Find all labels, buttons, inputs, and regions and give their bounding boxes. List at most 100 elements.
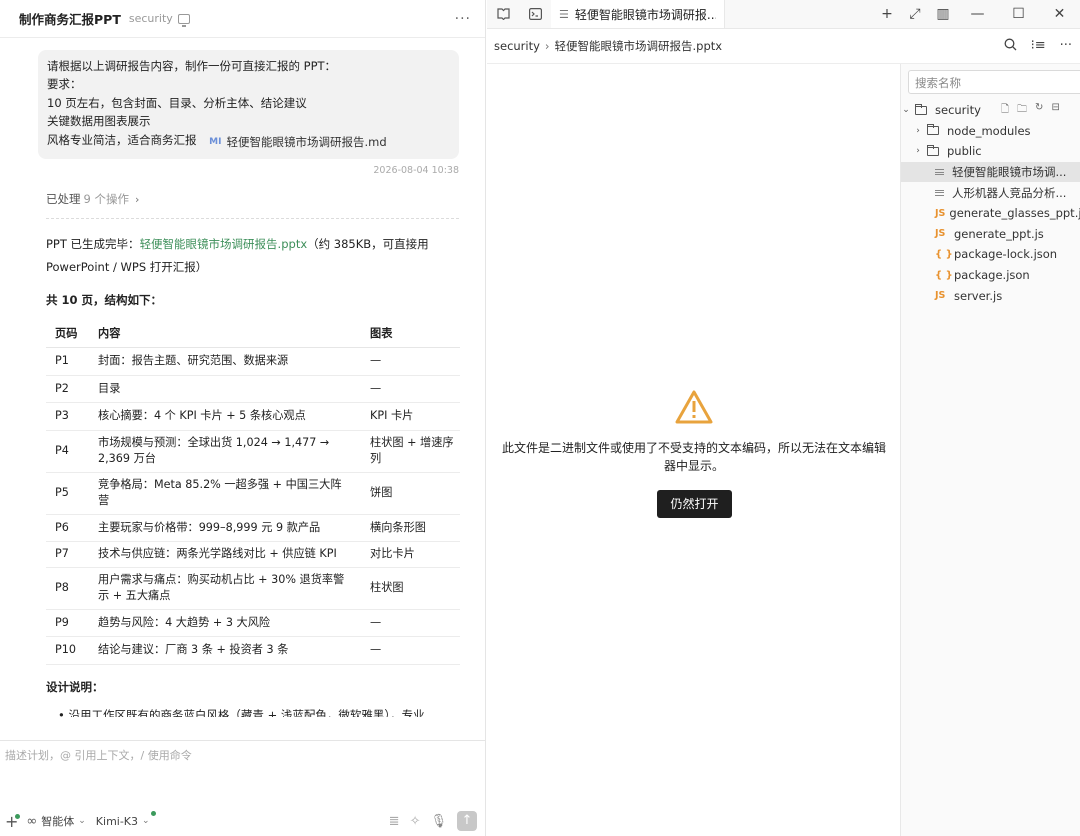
tree-item-label: public bbox=[947, 144, 982, 159]
tab-label: 轻便智能眼镜市场调研报... bbox=[574, 7, 716, 22]
add-context-button[interactable]: + bbox=[5, 812, 20, 831]
microphone-icon[interactable]: 🎙 bbox=[430, 814, 447, 829]
close-button[interactable]: ✕ bbox=[1039, 6, 1080, 22]
user-line: 关键数据用图表展示 bbox=[47, 114, 151, 129]
table-row: P3 核心摘要：4 个 KPI 卡片 + 5 条核心观点 KPI 卡片 bbox=[46, 402, 460, 431]
sidebar-toggle-icon[interactable]: ▥ bbox=[929, 6, 957, 22]
prompt-input[interactable]: 描述计划，@ 引用上下文，/ 使用命令 bbox=[5, 747, 192, 763]
tree-item-generate-glasses-ppt[interactable]: JS generate_glasses_ppt.js bbox=[901, 203, 1080, 224]
breadcrumb-item[interactable]: 轻便智能眼镜市场调研报告.pptx bbox=[555, 38, 723, 54]
file-explorer: 搜索名称 ⌄ security 🗋 🗀 ↻ ⊟ › node_modules › bbox=[900, 64, 1080, 836]
model-selector[interactable]: Kimi-K3 ⌄ bbox=[95, 810, 156, 828]
table-cell: 用户需求与痛点：购买动机占比 + 30% 退货率警示 + 五大痛点 bbox=[89, 567, 361, 610]
chevron-down-icon: ⌄ bbox=[902, 105, 910, 116]
collapse-icon[interactable]: ⊟ bbox=[1051, 102, 1059, 119]
chat-title: 制作商务汇报PPT bbox=[19, 12, 121, 27]
table-cell: 市场规模与预测：全球出货 1,024 → 1,477 → 2,369 万台 bbox=[89, 430, 361, 473]
table-cell: P10 bbox=[46, 636, 89, 665]
search-icon[interactable] bbox=[1004, 38, 1017, 55]
user-line-text: 风格专业简洁，适合商务汇报 bbox=[47, 132, 197, 147]
composer-toolbar: + ∞ 智能体 ⌄ Kimi-K3 ⌄ ≣ ✧ 🎙 ↑ bbox=[0, 806, 485, 836]
answer-suffix: （约 385KB，可直接用 bbox=[307, 237, 429, 252]
table-row: P10 结论与建议：厂商 3 条 + 投资者 3 条 — bbox=[46, 636, 460, 665]
tree-item-generate-ppt[interactable]: JS generate_ppt.js bbox=[901, 224, 1080, 245]
workspace-label: security bbox=[128, 12, 173, 25]
tree-item-label: 轻便智能眼镜市场调... bbox=[952, 165, 1067, 180]
open-anyway-button[interactable]: 仍然打开 bbox=[657, 490, 732, 518]
agent-mode-selector[interactable]: ∞ 智能体 ⌄ bbox=[26, 813, 85, 829]
table-cell: — bbox=[361, 609, 460, 638]
file-lines-icon bbox=[935, 168, 944, 176]
model-label: Kimi-K3 bbox=[95, 814, 139, 828]
minimize-button[interactable]: — bbox=[957, 6, 998, 22]
folder-icon bbox=[927, 144, 939, 156]
user-line: 10 页左右，包含封面、目录、分析主体、结论建议 bbox=[47, 95, 307, 110]
monitor-icon[interactable] bbox=[177, 13, 190, 27]
window-controls: + ⤢ ▥ — ☐ ✕ bbox=[873, 0, 1080, 28]
table-cell: 核心摘要：4 个 KPI 卡片 + 5 条核心观点 bbox=[89, 402, 361, 431]
table-row: P9 趋势与风险：4 大趋势 + 3 大风险 — bbox=[46, 609, 460, 638]
table-row: P5 竞争格局：Meta 85.2% 一超多强 + 中国三大阵营 饼图 bbox=[46, 472, 460, 515]
tree-item-package-lock[interactable]: { } package-lock.json bbox=[901, 244, 1080, 265]
tree-item-public[interactable]: › public bbox=[901, 141, 1080, 162]
new-file-icon[interactable]: 🗋 bbox=[1001, 102, 1009, 119]
book-icon[interactable] bbox=[487, 0, 519, 28]
chevron-right-icon: › bbox=[544, 39, 550, 53]
js-file-icon: JS bbox=[935, 228, 946, 240]
table-cell: P4 bbox=[46, 430, 89, 473]
tree-item-label: package.json bbox=[954, 268, 1030, 283]
tree-root-security[interactable]: ⌄ security 🗋 🗀 ↻ ⊟ bbox=[901, 100, 1080, 121]
table-cell: 饼图 bbox=[361, 472, 460, 515]
design-first-line: • 沿用工作区既有的商务蓝白风格（藏青 + 浅蓝配色，微软雅黑），专业 bbox=[58, 707, 425, 717]
sparkle-icon[interactable]: ✧ bbox=[410, 814, 421, 829]
status-dot bbox=[150, 810, 156, 816]
tree-item-node-modules[interactable]: › node_modules bbox=[901, 121, 1080, 142]
breadcrumb: security › 轻便智能眼镜市场调研报告.pptx ⁝≡ ··· bbox=[487, 29, 1080, 64]
breadcrumb-item[interactable]: security bbox=[494, 39, 540, 53]
tree-item-label: package-lock.json bbox=[954, 247, 1058, 262]
chevron-down-icon: ⌄ bbox=[78, 816, 86, 826]
composer: 描述计划，@ 引用上下文，/ 使用命令 + ∞ 智能体 ⌄ Kimi-K3 ⌄ … bbox=[0, 740, 485, 836]
table-row: P8 用户需求与痛点：购买动机占比 + 30% 退货率警示 + 五大痛点 柱状图 bbox=[46, 567, 460, 610]
table-header: 内容 bbox=[89, 318, 361, 349]
table-cell: P3 bbox=[46, 402, 89, 431]
tree-toolbar: 🗋 🗀 ↻ ⊟ bbox=[1001, 102, 1060, 119]
markdown-icon: MI bbox=[209, 136, 222, 147]
send-button[interactable]: ↑ bbox=[457, 811, 477, 831]
table-cell: — bbox=[361, 636, 460, 665]
tab-pptx-file[interactable]: ☰ 轻便智能眼镜市场调研报... bbox=[551, 0, 725, 28]
user-line: 风格专业简洁，适合商务汇报 MI 轻便智能眼镜市场调研报告.md bbox=[47, 131, 449, 151]
list-icon[interactable]: ≣ bbox=[389, 814, 400, 829]
new-folder-icon[interactable]: 🗀 bbox=[1017, 102, 1027, 119]
table-row: P2 目录 — bbox=[46, 375, 460, 404]
tree-item-robot-analysis[interactable]: 人形机器人竞品分析... bbox=[901, 182, 1080, 203]
processed-label: 已处理 bbox=[46, 192, 81, 207]
pages-table: 页码 内容 图表 P1 封面：报告主题、研究范围、数据来源 — P2 目录 — … bbox=[46, 318, 460, 665]
tree-item-package-json[interactable]: { } package.json bbox=[901, 265, 1080, 286]
more-icon[interactable]: ··· bbox=[1060, 38, 1072, 55]
tree-item-glasses-report[interactable]: 轻便智能眼镜市场调... bbox=[901, 161, 1080, 183]
terminal-icon[interactable] bbox=[519, 0, 551, 28]
tree-item-label: node_modules bbox=[947, 123, 1031, 138]
processed-steps-toggle[interactable]: 已处理 9 个操作 › bbox=[46, 191, 459, 207]
pptx-file-link[interactable]: 轻便智能眼镜市场调研报告.pptx bbox=[140, 237, 308, 251]
chat-messages[interactable]: 请根据以上调研报告内容，制作一份可直接汇报的 PPT： 要求： 10 页左右，包… bbox=[0, 38, 485, 740]
file-tree-icon[interactable]: ⁝≡ bbox=[1031, 38, 1046, 55]
table-cell: P1 bbox=[46, 347, 89, 376]
attachment-chip[interactable]: MI 轻便智能眼镜市场调研报告.md bbox=[209, 133, 386, 151]
tree-item-server-js[interactable]: JS server.js bbox=[901, 285, 1080, 306]
user-line: 要求： bbox=[47, 77, 82, 92]
add-icon[interactable]: + bbox=[873, 6, 901, 22]
more-icon[interactable]: ··· bbox=[455, 11, 471, 27]
tree-item-label: 人形机器人竞品分析... bbox=[952, 185, 1067, 200]
explorer-search-input[interactable]: 搜索名称 bbox=[908, 70, 1080, 94]
expand-icon[interactable]: ⤢ bbox=[901, 6, 929, 22]
binary-file-viewer: 此文件是二进制文件或使用了不受支持的文本编码，所以无法在文本编辑器中显示。 仍然… bbox=[487, 64, 900, 836]
answer-suffix: PowerPoint / WPS 打开汇报） bbox=[46, 259, 208, 274]
pages-heading: 共 10 页，结构如下： bbox=[46, 293, 163, 308]
maximize-button[interactable]: ☐ bbox=[998, 6, 1039, 22]
js-file-icon: JS bbox=[935, 207, 946, 219]
refresh-icon[interactable]: ↻ bbox=[1035, 102, 1043, 119]
tree-item-label: generate_glasses_ppt.js bbox=[949, 206, 1080, 221]
chevron-right-icon: › bbox=[916, 146, 920, 157]
